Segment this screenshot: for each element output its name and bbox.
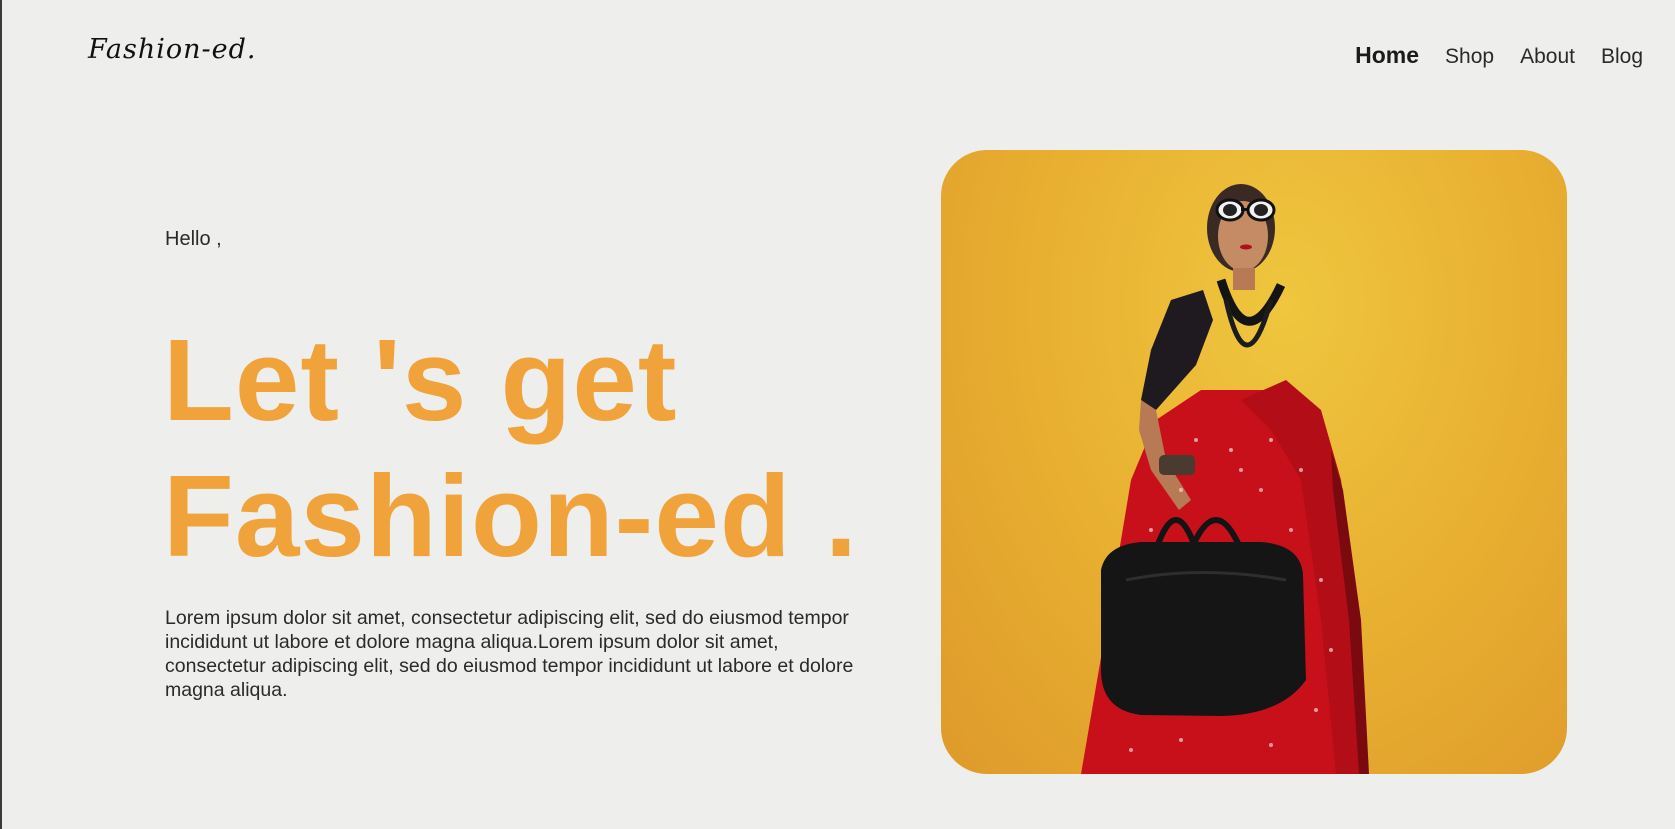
hero-headline-line-1: Let 's get — [163, 315, 678, 445]
nav-item-blog[interactable]: Blog — [1601, 45, 1643, 69]
hero-greeting: Hello , — [165, 228, 222, 250]
hero-headline-line-2: Fashion-ed . — [163, 451, 859, 581]
brand-logo[interactable]: Fashion-ed. — [88, 34, 257, 65]
window-edge — [0, 0, 2, 829]
nav-item-shop[interactable]: Shop — [1445, 45, 1494, 69]
hero-image — [941, 150, 1567, 774]
model-illustration — [1081, 184, 1369, 774]
hero-description: Lorem ipsum dolor sit amet, consectetur … — [165, 607, 854, 701]
hero-headline: Let 's get Fashion-ed . — [163, 312, 883, 584]
main-nav: Home Shop About Blog — [1355, 42, 1643, 69]
nav-item-home[interactable]: Home — [1355, 42, 1419, 69]
nav-item-about[interactable]: About — [1520, 45, 1575, 69]
